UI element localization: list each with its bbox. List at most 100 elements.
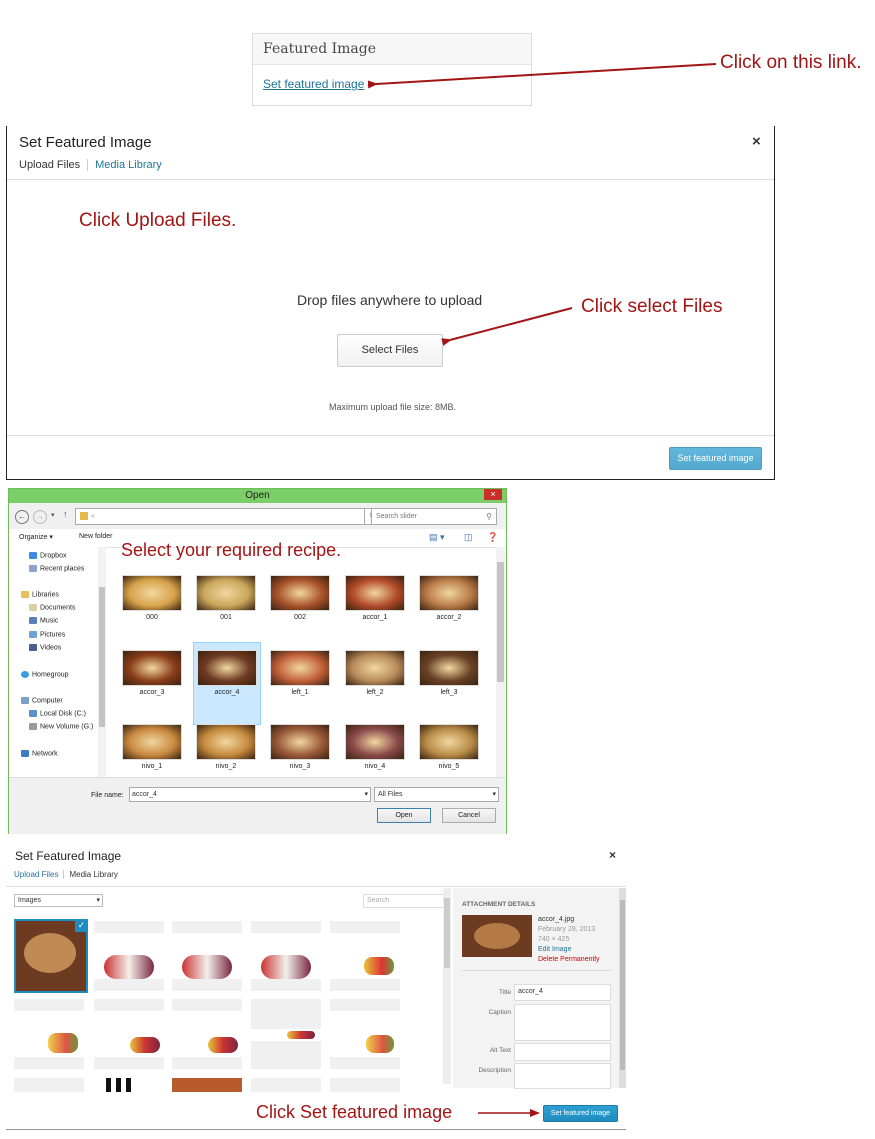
file-item[interactable]: left_3 — [416, 650, 482, 696]
back-arrow-icon[interactable]: ← — [15, 510, 29, 524]
file-item[interactable]: accor_4 — [193, 642, 261, 725]
attachment[interactable] — [251, 921, 321, 991]
attachment[interactable] — [251, 1078, 321, 1092]
tab-divider — [63, 870, 65, 880]
scroll-thumb[interactable] — [444, 898, 450, 968]
vegetable-thumbnail — [182, 955, 232, 979]
file-item[interactable]: accor_2 — [416, 575, 482, 621]
search-input[interactable]: Search slider ⚲ — [371, 508, 497, 525]
footer-separator — [7, 435, 774, 436]
caption-field[interactable] — [514, 1004, 611, 1041]
file-item[interactable]: accor_1 — [342, 575, 408, 621]
file-type-select[interactable]: All Files ▾ — [374, 787, 499, 802]
nav-item-videos[interactable]: Videos — [29, 644, 61, 651]
nav-item-network[interactable]: Network — [21, 750, 58, 757]
nav-item-libraries[interactable]: Libraries — [21, 591, 59, 598]
attachment[interactable] — [94, 999, 164, 1069]
attachment[interactable] — [172, 921, 242, 991]
file-item[interactable]: nivo_4 — [342, 724, 408, 770]
dropbox-icon — [29, 552, 37, 559]
file-item[interactable]: left_1 — [267, 650, 333, 696]
preview-pane-icon[interactable]: ◫ — [464, 532, 473, 543]
attachment[interactable] — [94, 921, 164, 991]
file-item[interactable]: 001 — [193, 575, 259, 621]
tab-media-library[interactable]: Media Library — [69, 870, 117, 879]
attachment[interactable] — [251, 999, 321, 1069]
file-item[interactable]: nivo_2 — [193, 724, 259, 770]
close-icon[interactable]: × — [609, 848, 616, 862]
nav-item-dropbox[interactable]: Dropbox — [29, 552, 66, 559]
media-filter-select[interactable]: Images ▾ — [14, 894, 103, 907]
search-icon: ⚲ — [486, 512, 492, 521]
attachment[interactable] — [14, 1078, 84, 1092]
address-bar[interactable]: « — [75, 508, 365, 525]
media-scrollbar[interactable] — [443, 888, 451, 1084]
attachment[interactable] — [330, 999, 400, 1069]
view-options-icon[interactable]: ▤ ▾ — [429, 532, 445, 543]
file-item[interactable]: 002 — [267, 575, 333, 621]
attachment[interactable] — [330, 921, 400, 991]
title-field[interactable]: accor_4 — [514, 984, 611, 1001]
select-files-button[interactable]: Select Files — [337, 334, 443, 367]
alt-text-field[interactable] — [514, 1043, 611, 1061]
file-name-input[interactable]: accor_4 ▾ — [129, 787, 371, 802]
open-button[interactable]: Open — [377, 808, 431, 823]
drop-files-text: Drop files anywhere to upload — [297, 292, 483, 308]
nav-item-documents[interactable]: Documents — [29, 604, 75, 611]
tab-separator — [6, 886, 626, 887]
cancel-button[interactable]: Cancel — [442, 808, 496, 823]
vegetable-thumbnail — [261, 955, 311, 979]
file-thumbnail — [270, 724, 330, 760]
attachment-selected[interactable]: ✓ — [14, 919, 88, 993]
chevron-down-icon[interactable]: ▾ — [364, 788, 368, 801]
attachment[interactable] — [172, 1078, 242, 1092]
divider — [462, 970, 612, 971]
file-item[interactable]: 000 — [119, 575, 185, 621]
history-dropdown-icon[interactable]: ▾ — [51, 511, 55, 519]
chevron-down-icon[interactable]: ▾ — [492, 788, 496, 801]
checkmark-icon[interactable]: ✓ — [75, 921, 86, 932]
set-featured-image-link[interactable]: Set featured image — [263, 77, 364, 91]
nav-item-local-disk[interactable]: Local Disk (C:) — [29, 710, 86, 717]
set-featured-image-button-disabled[interactable]: Set featured image — [669, 447, 762, 470]
nav-item-homegroup[interactable]: Homegroup — [21, 671, 69, 678]
file-thumbnail — [196, 724, 256, 760]
edit-image-link[interactable]: Edit Image — [538, 946, 571, 953]
attachment[interactable] — [330, 1078, 400, 1092]
scroll-thumb[interactable] — [620, 900, 625, 1070]
description-field[interactable] — [514, 1063, 611, 1089]
tab-upload-files[interactable]: Upload Files — [19, 159, 80, 171]
media-search-input[interactable]: Search — [363, 894, 446, 908]
scroll-thumb[interactable] — [497, 562, 504, 682]
nav-item-pictures[interactable]: Pictures — [29, 631, 65, 638]
nav-item-computer[interactable]: Computer — [21, 697, 63, 704]
attachment[interactable] — [172, 999, 242, 1069]
nav-scrollbar[interactable] — [98, 547, 106, 777]
tab-upload-files[interactable]: Upload Files — [14, 870, 58, 879]
file-item[interactable]: nivo_5 — [416, 724, 482, 770]
delete-permanently-link[interactable]: Delete Permanently — [538, 956, 599, 963]
chevron-down-icon[interactable]: ▾ — [96, 895, 100, 906]
file-item[interactable]: nivo_3 — [267, 724, 333, 770]
file-scrollbar[interactable] — [496, 547, 505, 777]
forward-arrow-icon[interactable]: → — [33, 510, 47, 524]
set-featured-image-button[interactable]: Set featured image — [543, 1105, 618, 1122]
tab-media-library[interactable]: Media Library — [95, 159, 162, 171]
organize-button[interactable]: Organize ▾ — [19, 533, 53, 541]
nav-item-music[interactable]: Music — [29, 617, 58, 624]
attachment[interactable] — [94, 1078, 164, 1092]
up-arrow-icon[interactable]: ↑ — [63, 509, 68, 519]
file-item[interactable]: accor_3 — [119, 650, 185, 696]
nav-item-new-volume[interactable]: New Volume (G:) — [29, 723, 93, 730]
file-item[interactable]: nivo_1 — [119, 724, 185, 770]
help-icon[interactable]: ❓ — [487, 532, 498, 543]
window-close-icon[interactable]: × — [484, 489, 502, 500]
file-item[interactable]: left_2 — [342, 650, 408, 696]
new-folder-button[interactable]: New folder — [79, 533, 112, 540]
attachment[interactable] — [14, 999, 84, 1069]
scroll-thumb[interactable] — [99, 587, 105, 727]
sidebar-scrollbar[interactable] — [619, 888, 626, 1088]
close-icon[interactable]: × — [752, 133, 761, 150]
nav-item-recent[interactable]: Recent places — [29, 565, 84, 572]
window-title: Open — [245, 490, 270, 501]
